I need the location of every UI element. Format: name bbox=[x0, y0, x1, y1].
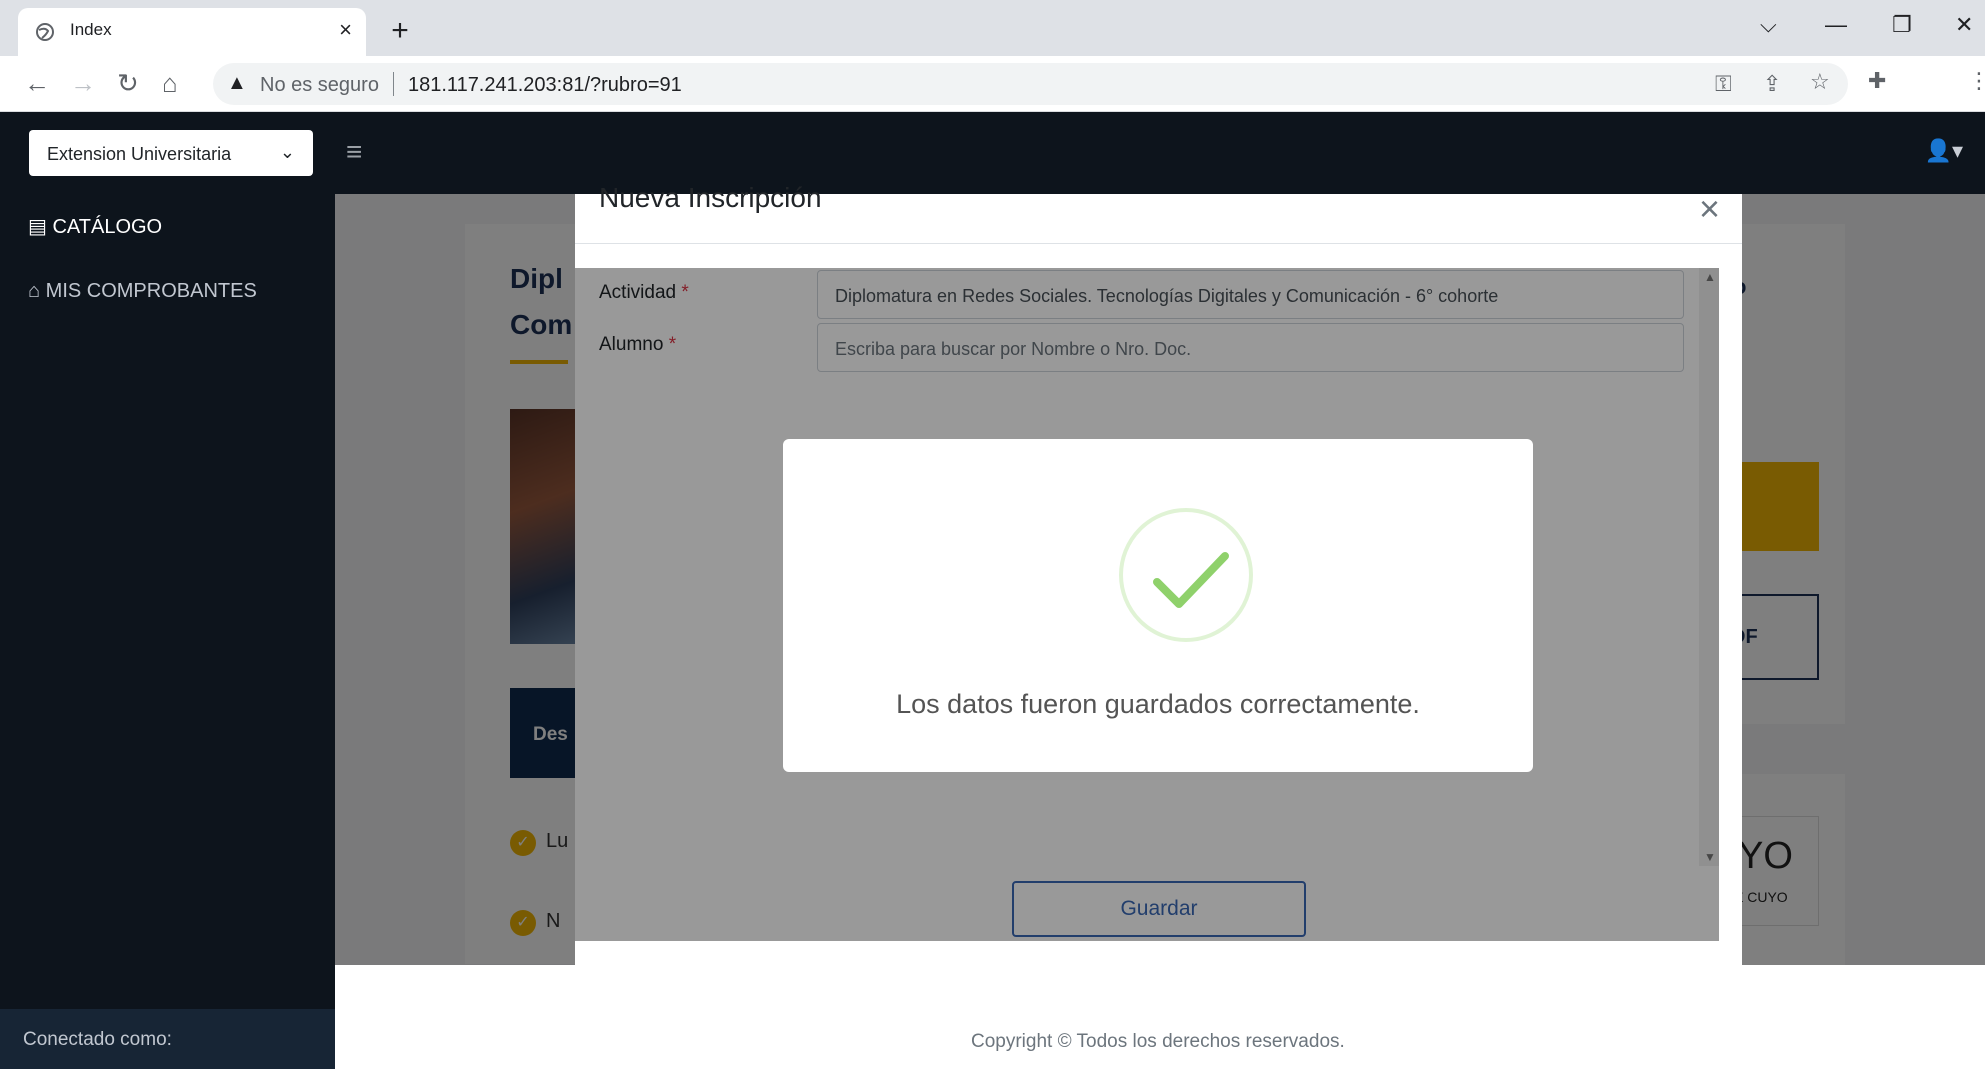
sidebar-item-catalogo[interactable]: ▤ CATÁLOGO bbox=[28, 214, 162, 239]
home-icon[interactable]: ⌂ bbox=[162, 68, 178, 99]
rubro-select-value: Extension Universitaria bbox=[47, 144, 232, 164]
reload-icon[interactable]: ↻ bbox=[117, 68, 139, 99]
success-check-icon bbox=[1119, 508, 1253, 642]
rubro-select[interactable]: Extension Universitaria ⌄ bbox=[29, 130, 313, 176]
tab-title: Index bbox=[70, 20, 112, 39]
success-alert: Los datos fueron guardados correctamente… bbox=[783, 439, 1533, 772]
chevron-down-icon: ⌄ bbox=[279, 142, 295, 162]
sidebar-item-label: CATÁLOGO bbox=[52, 216, 163, 238]
address-bar[interactable]: ▲ No es seguro 181.117.241.203:81/?rubro… bbox=[213, 63, 1848, 105]
security-label[interactable]: No es seguro bbox=[260, 74, 379, 97]
bookmark-star-icon[interactable]: ☆ bbox=[1810, 69, 1830, 95]
menu-toggle-icon[interactable]: ≡ bbox=[346, 136, 362, 168]
globe-icon bbox=[36, 23, 54, 41]
sidebar: ▤ CATÁLOGO ⌂ MIS COMPROBANTES Conectado … bbox=[0, 194, 335, 1069]
key-icon[interactable]: ⚿ bbox=[1715, 71, 1732, 97]
close-icon[interactable]: × bbox=[1699, 188, 1720, 230]
user-menu-icon[interactable]: 👤▾ bbox=[1925, 138, 1963, 164]
new-tab-button[interactable]: + bbox=[383, 15, 417, 49]
minimize-icon[interactable]: — bbox=[1825, 12, 1847, 38]
window-close-icon[interactable]: ✕ bbox=[1955, 12, 1973, 38]
browser-tab-strip: Index × + ⌵ — ❐ ✕ bbox=[0, 0, 1985, 56]
back-icon[interactable]: ← bbox=[24, 68, 50, 99]
omnibox-divider bbox=[393, 72, 394, 96]
browser-toolbar: ← → ↻ ⌂ ▲ No es seguro 181.117.241.203:8… bbox=[0, 56, 1985, 112]
sidebar-item-label: MIS COMPROBANTES bbox=[45, 280, 257, 302]
app-topbar: Extension Universitaria ⌄ ≡ 👤▾ bbox=[0, 112, 1985, 194]
share-icon[interactable]: ⇪ bbox=[1763, 71, 1781, 97]
alert-message: Los datos fueron guardados correctamente… bbox=[896, 689, 1420, 719]
connected-as-panel: Conectado como: bbox=[0, 1009, 335, 1069]
tab-close-icon[interactable]: × bbox=[339, 17, 352, 43]
home-icon: ⌂ bbox=[28, 280, 41, 302]
warning-icon: ▲ bbox=[227, 72, 247, 94]
book-icon: ▤ bbox=[28, 216, 47, 238]
forward-icon[interactable]: → bbox=[70, 68, 96, 99]
modal-title: Nueva Inscripción bbox=[599, 182, 822, 213]
browser-menu-icon[interactable]: ⋮ bbox=[1968, 68, 1985, 94]
sidebar-item-comprobantes[interactable]: ⌂ MIS COMPROBANTES bbox=[28, 280, 257, 303]
modal-header: Nueva Inscripción × bbox=[575, 182, 1742, 244]
restore-icon[interactable]: ❐ bbox=[1892, 12, 1912, 38]
tab-search-icon[interactable]: ⌵ bbox=[1760, 12, 1777, 38]
footer: Copyright © Todos los derechos reservado… bbox=[335, 965, 1985, 1069]
copyright-text: Copyright © Todos los derechos reservado… bbox=[971, 1031, 1345, 1052]
browser-tab[interactable]: Index × bbox=[18, 8, 366, 56]
check-icon bbox=[1153, 552, 1229, 608]
extensions-icon[interactable]: ✚ bbox=[1868, 68, 1886, 94]
connected-as-label: Conectado como: bbox=[23, 1029, 172, 1050]
url-text[interactable]: 181.117.241.203:81/?rubro=91 bbox=[408, 74, 682, 97]
